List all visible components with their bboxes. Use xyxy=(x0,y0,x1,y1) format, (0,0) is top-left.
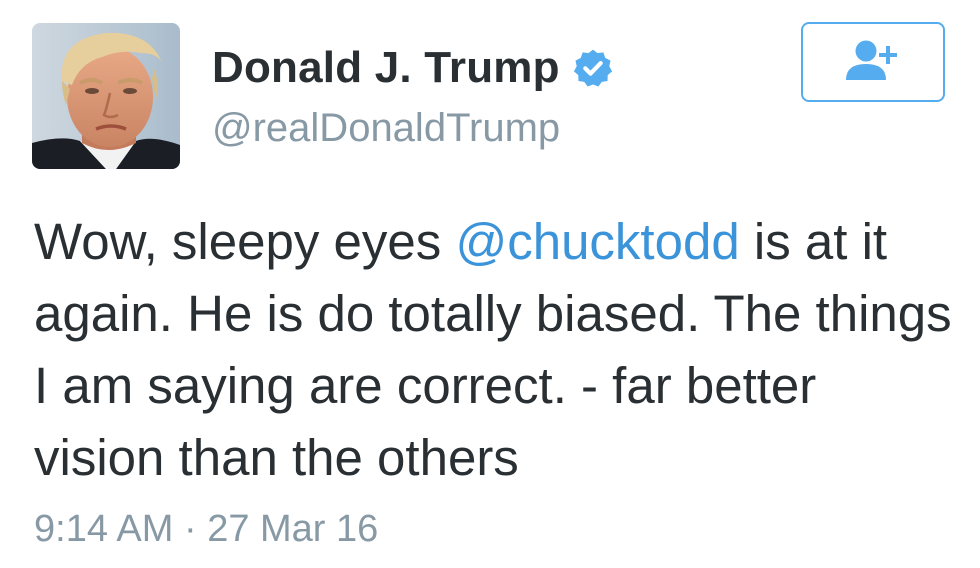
tweet-text-part1: Wow, sleepy eyes xyxy=(34,213,456,270)
follow-button[interactable] xyxy=(801,22,945,102)
tweet-text: Wow, sleepy eyes @chucktodd is at it aga… xyxy=(34,206,954,494)
mention-link[interactable]: @chucktodd xyxy=(455,213,739,270)
add-user-icon xyxy=(842,38,904,87)
display-name[interactable]: Donald J. Trump xyxy=(212,43,560,93)
profile-avatar[interactable] xyxy=(32,23,180,169)
tweet-card: Donald J. Trump @realDonaldTrump Wow, sl… xyxy=(0,0,980,568)
verified-badge-icon xyxy=(572,47,614,89)
user-handle[interactable]: @realDonaldTrump xyxy=(212,106,560,151)
avatar-image xyxy=(32,23,180,169)
user-name-row: Donald J. Trump xyxy=(212,40,614,96)
tweet-timestamp[interactable]: 9:14 AM · 27 Mar 16 xyxy=(34,508,378,551)
